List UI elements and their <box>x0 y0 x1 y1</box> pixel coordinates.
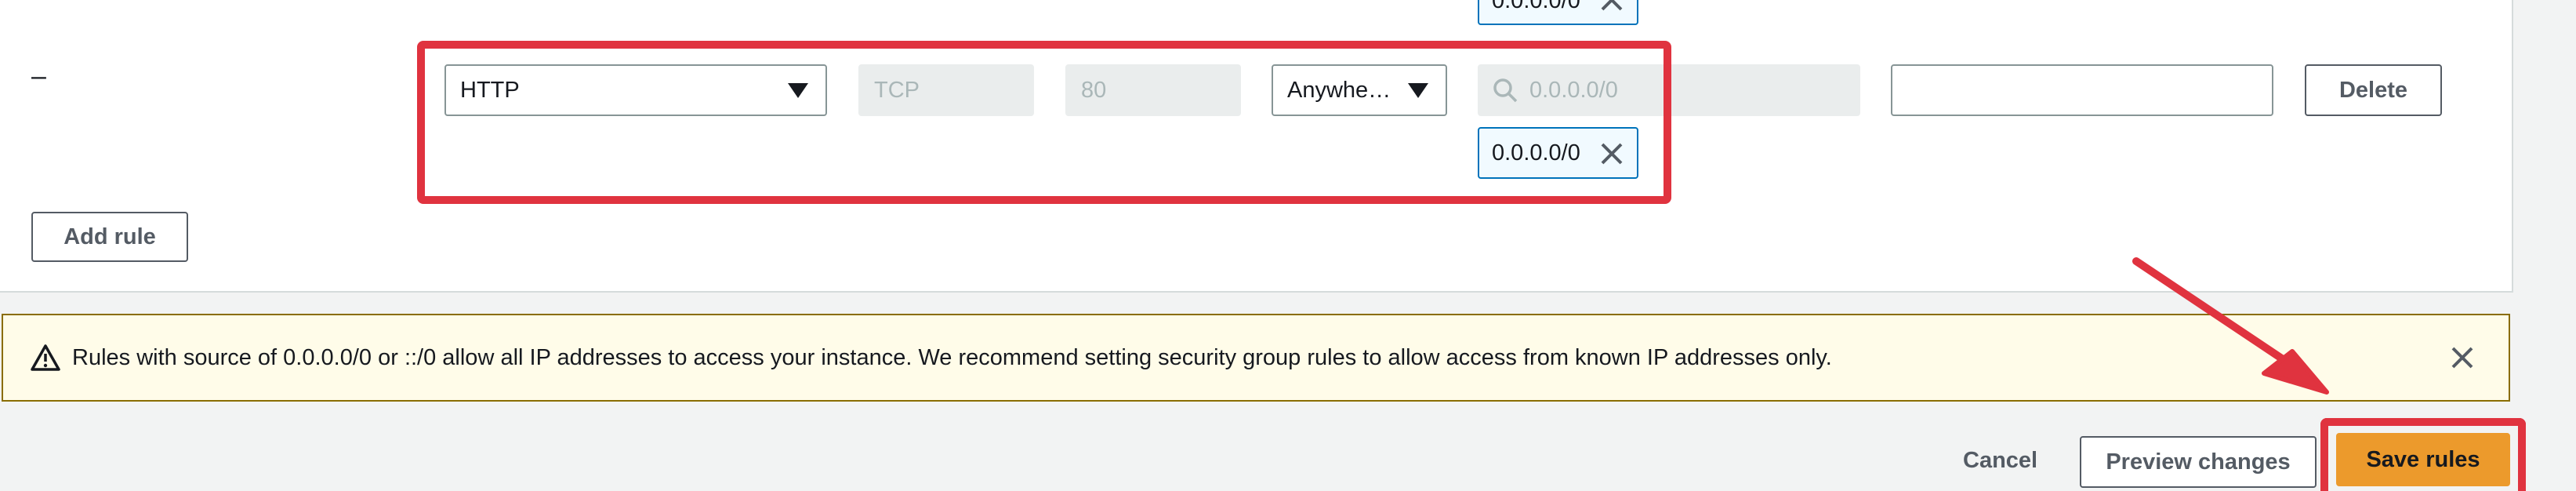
row-marker: – <box>31 61 46 91</box>
delete-button-label: Delete <box>2338 77 2408 103</box>
preview-changes-button[interactable]: Preview changes <box>2080 436 2317 488</box>
preview-changes-label: Preview changes <box>2106 449 2291 475</box>
close-icon[interactable] <box>2449 344 2476 371</box>
rule-row-highlight <box>417 41 1671 204</box>
close-icon[interactable] <box>1598 0 1626 14</box>
add-rule-button-label: Add rule <box>63 224 156 249</box>
save-rules-button[interactable]: Save rules <box>2336 433 2510 486</box>
add-rule-button[interactable]: Add rule <box>31 212 188 262</box>
alert-message: Rules with source of 0.0.0.0/0 or ::/0 a… <box>72 344 1832 370</box>
previous-row-source-token-label: 0.0.0.0/0 <box>1492 0 1580 13</box>
description-input[interactable] <box>1891 64 2273 116</box>
previous-row-source-token: 0.0.0.0/0 <box>1478 0 1638 25</box>
save-rules-label: Save rules <box>2366 446 2480 472</box>
inbound-rules-panel: 0.0.0.0/0 – HTTP TCP 80 Anywhe… 0.0.0.0/… <box>0 0 2513 293</box>
cancel-button[interactable]: Cancel <box>1963 448 2037 474</box>
delete-button[interactable]: Delete <box>2305 64 2442 116</box>
warning-icon <box>31 344 60 371</box>
warning-alert: Rules with source of 0.0.0.0/0 or ::/0 a… <box>2 314 2510 402</box>
